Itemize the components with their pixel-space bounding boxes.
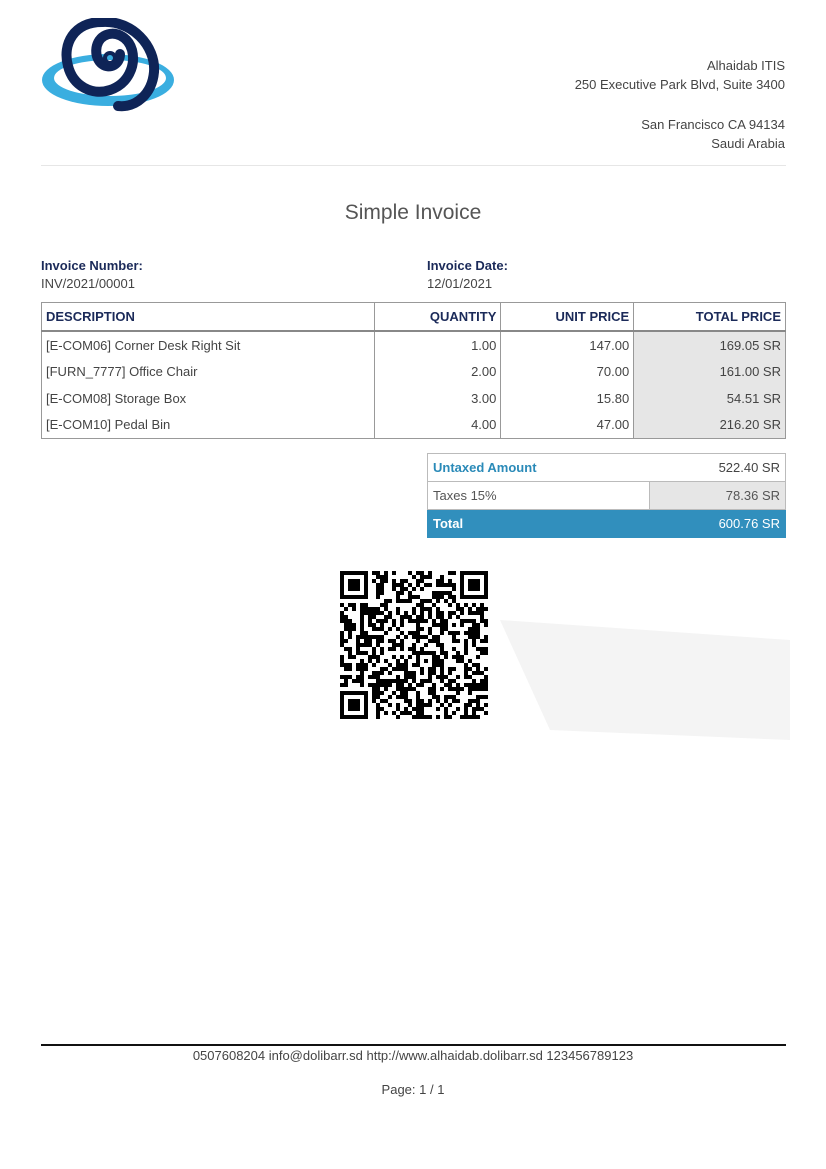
line-quantity: 3.00 bbox=[374, 385, 502, 412]
decorative-shadow bbox=[500, 620, 790, 740]
line-unit-price: 47.00 bbox=[500, 411, 635, 439]
line-total: 161.00 SR bbox=[633, 358, 786, 385]
table-row: [E-COM08] Storage Box 3.00 15.80 54.51 S… bbox=[40, 385, 786, 412]
table-header-row: DESCRIPTION QUANTITY UNIT PRICE TOTAL PR… bbox=[40, 302, 786, 332]
header-divider bbox=[41, 165, 786, 166]
total-row: Total 600.76 SR bbox=[426, 509, 786, 538]
line-unit-price: 147.00 bbox=[500, 331, 635, 359]
col-header-total-price: TOTAL PRICE bbox=[633, 302, 786, 332]
line-unit-price: 70.00 bbox=[500, 358, 635, 385]
line-total: 169.05 SR bbox=[633, 331, 786, 359]
line-total: 216.20 SR bbox=[633, 411, 786, 439]
tax-label: Taxes 15% bbox=[426, 481, 651, 510]
qr-code-icon bbox=[340, 571, 488, 719]
invoice-number-label: Invoice Number: bbox=[41, 258, 143, 273]
invoice-number-value: INV/2021/00001 bbox=[41, 276, 135, 291]
company-logo bbox=[42, 18, 174, 112]
line-total: 54.51 SR bbox=[633, 385, 786, 412]
table-row: [E-COM06] Corner Desk Right Sit 1.00 147… bbox=[40, 331, 786, 359]
total-value: 600.76 SR bbox=[649, 509, 786, 538]
invoice-date-block: Invoice Date: 12/01/2021 bbox=[427, 258, 508, 291]
col-header-unit-price: UNIT PRICE bbox=[500, 302, 635, 332]
table-row: [FURN_7777] Office Chair 2.00 70.00 161.… bbox=[40, 358, 786, 385]
line-quantity: 4.00 bbox=[374, 411, 502, 439]
invoice-date-value: 12/01/2021 bbox=[427, 276, 493, 291]
footer-contact: 0507608204 info@dolibarr.sd http://www.a… bbox=[192, 1048, 634, 1063]
tax-row: Taxes 15% 78.36 SR bbox=[426, 481, 786, 510]
line-description: [E-COM06] Corner Desk Right Sit bbox=[40, 331, 376, 359]
line-quantity: 1.00 bbox=[374, 331, 502, 359]
footer-divider bbox=[41, 1044, 786, 1046]
invoice-number-block: Invoice Number: INV/2021/00001 bbox=[41, 258, 143, 291]
invoice-date-label: Invoice Date: bbox=[427, 258, 508, 273]
line-description: [E-COM10] Pedal Bin bbox=[40, 411, 376, 439]
page-number: Page: 1 / 1 bbox=[381, 1082, 445, 1097]
company-name: Alhaidab ITIS bbox=[706, 58, 785, 73]
line-quantity: 2.00 bbox=[374, 358, 502, 385]
col-header-description: DESCRIPTION bbox=[40, 302, 376, 332]
totals-table: Untaxed Amount 522.40 SR Taxes 15% 78.36… bbox=[426, 453, 786, 538]
company-city: San Francisco CA 94134 bbox=[641, 117, 785, 132]
untaxed-label: Untaxed Amount bbox=[426, 453, 650, 482]
line-description: [FURN_7777] Office Chair bbox=[40, 358, 376, 385]
line-description: [E-COM08] Storage Box bbox=[40, 385, 376, 412]
untaxed-value: 522.40 SR bbox=[649, 453, 786, 482]
col-header-quantity: QUANTITY bbox=[374, 302, 502, 332]
document-title: Simple Invoice bbox=[344, 201, 482, 224]
tax-value: 78.36 SR bbox=[649, 481, 786, 510]
total-label: Total bbox=[426, 509, 651, 538]
company-country: Saudi Arabia bbox=[711, 136, 785, 151]
company-address: Alhaidab ITIS 250 Executive Park Blvd, S… bbox=[575, 56, 785, 153]
table-row: [E-COM10] Pedal Bin 4.00 47.00 216.20 SR bbox=[40, 411, 786, 439]
invoice-lines-table: DESCRIPTION QUANTITY UNIT PRICE TOTAL PR… bbox=[40, 302, 786, 439]
untaxed-row: Untaxed Amount 522.40 SR bbox=[426, 453, 786, 482]
company-street: 250 Executive Park Blvd, Suite 3400 bbox=[574, 77, 785, 92]
line-unit-price: 15.80 bbox=[500, 385, 635, 412]
